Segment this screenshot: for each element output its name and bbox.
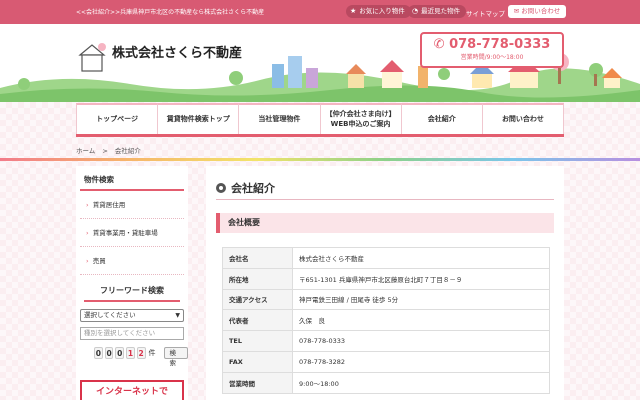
sidebar-link-business[interactable]: › 賃貸事業用・貸駐車場 (80, 219, 184, 247)
sidebar-link-label: 賃貸居住用 (92, 201, 126, 209)
tagline: <<会社紹介>>兵庫県神戸市北区の不動産なら株式会社さくら不動産 (76, 9, 265, 16)
mail-icon: ✉ (513, 7, 520, 15)
phone-box: ✆ 078-778-0333 営業時間/9:00～18:00 (420, 32, 564, 68)
table-row: 所在地 〒651-1301 兵庫県神戸市北区藤原台北町７丁目８－９ (222, 267, 550, 290)
counter-digit: 0 (115, 347, 125, 359)
contact-top-button[interactable]: ✉ お問い合わせ (508, 5, 566, 18)
clock-icon: ◔ (412, 7, 419, 15)
table-row: 会社名 株式会社さくら不動産 (222, 247, 550, 269)
favorites-button[interactable]: ★ お気に入り物件 (346, 5, 411, 18)
counter-digit: 1 (126, 347, 135, 359)
company-info-table: 会社名 株式会社さくら不動産 所在地 〒651-1301 兵庫県神戸市北区藤原台… (222, 247, 550, 394)
page-title: 会社紹介 (216, 180, 275, 196)
row-value: 9:00～18:00 (292, 371, 550, 394)
row-key: FAX (222, 350, 293, 373)
nav-company-info[interactable]: 会社紹介 (401, 103, 483, 134)
row-value: 神戸電鉄三田線 / 田尾寺 徒歩 5分 (292, 288, 550, 311)
recent-viewed-button[interactable]: ◔ 最近見た物件 (408, 5, 467, 18)
rainbow-divider (0, 158, 640, 161)
nav-contact[interactable]: お問い合わせ (482, 103, 565, 134)
counter-digit: 0 (104, 347, 114, 359)
company-name[interactable]: 株式会社さくら不動産 (112, 42, 242, 61)
table-row: TEL 078-778-0333 (222, 330, 550, 352)
sidebar-link-residential[interactable]: › 賃貸居住用 (80, 191, 184, 219)
chevron-down-icon: ▼ (175, 312, 180, 319)
search-button[interactable]: 検索 (163, 347, 188, 367)
chevron-right-icon: › (86, 201, 89, 209)
table-row: 交通アクセス 神戸電鉄三田線 / 田尾寺 徒歩 5分 (222, 288, 550, 311)
row-key: 営業時間 (222, 371, 293, 394)
row-value: 株式会社さくら不動産 (292, 247, 550, 269)
sidebar: 物件検索 › 賃貸居住用 › 賃貸事業用・貸駐車場 › 売買 フリーワード検索 … (76, 166, 188, 400)
page-title-text: 会社紹介 (231, 182, 275, 195)
global-nav: トップページ 賃貸物件検索トップ 当社管理物件 【仲介会社さま向け】WEB申込の… (76, 103, 565, 137)
row-value: 久保 良 (292, 309, 550, 332)
table-row: FAX 078-778-3282 (222, 350, 550, 373)
phone-number-text: 078-778-0333 (449, 37, 551, 52)
nav-rental-search[interactable]: 賃貸物件検索トップ (158, 103, 240, 134)
row-value: 〒651-1301 兵庫県神戸市北区藤原台北町７丁目８－９ (292, 267, 550, 290)
breadcrumb-current: 会社紹介 (114, 147, 141, 155)
chevron-right-icon: › (86, 257, 89, 265)
phone-number[interactable]: ✆ 078-778-0333 (422, 37, 562, 52)
freeword-divider (84, 300, 180, 302)
nav-managed-properties[interactable]: 当社管理物件 (239, 103, 321, 134)
category-select[interactable]: 選択してください ▼ (80, 309, 184, 322)
property-search-title: 物件検索 (80, 172, 184, 191)
row-key: 所在地 (222, 267, 293, 290)
section-heading: 会社概要 (216, 213, 554, 233)
star-icon: ★ (350, 7, 357, 15)
nav-top-page[interactable]: トップページ (76, 103, 159, 134)
freeword-search-title: フリーワード検索 (100, 286, 164, 295)
table-row: 営業時間 9:00～18:00 (222, 371, 550, 394)
title-divider (216, 199, 554, 200)
type-select-input[interactable]: 種別を選択してください (80, 327, 184, 340)
sidebar-link-sale[interactable]: › 売買 (80, 247, 184, 275)
business-hours: 営業時間/9:00～18:00 (460, 54, 524, 61)
row-value: 078-778-0333 (292, 330, 550, 352)
counter-digit: 2 (136, 347, 146, 359)
row-value: 078-778-3282 (292, 350, 550, 373)
contact-top-label: お問い合わせ (521, 7, 561, 15)
sitemap-link[interactable]: サイトマップ (466, 8, 505, 18)
sidebar-link-label: 賃貸事業用・貸駐車場 (92, 229, 158, 237)
recent-label: 最近見た物件 (421, 7, 461, 15)
sidebar-link-label: 売買 (92, 257, 106, 265)
favorites-label: お気に入り物件 (359, 7, 405, 15)
internet-banner[interactable]: インターネットで (80, 380, 184, 400)
row-key: TEL (222, 330, 293, 352)
header: 株式会社さくら不動産 ✆ 078-778-0333 営業時間/9:00～18:0… (0, 24, 640, 102)
house-logo-icon (78, 43, 106, 72)
counter-unit: 件 (148, 349, 156, 357)
table-row: 代表者 久保 良 (222, 309, 550, 332)
phone-icon: ✆ (433, 37, 445, 52)
result-counter: 0 0 0 1 2 件 検索 (94, 347, 188, 367)
chevron-right-icon: › (86, 229, 89, 237)
row-key: 会社名 (222, 247, 293, 269)
nav-web-application[interactable]: 【仲介会社さま向け】WEB申込のご案内 (320, 103, 402, 134)
logo[interactable] (76, 41, 108, 73)
main-content: 会社紹介 会社概要 会社名 株式会社さくら不動産 所在地 〒651-1301 兵… (206, 166, 564, 400)
top-strip: <<会社紹介>>兵庫県神戸市北区の不動産なら株式会社さくら不動産 ★ お気に入り… (0, 0, 640, 24)
counter-digit: 0 (94, 347, 103, 359)
category-select-value: 選択してください (84, 311, 136, 319)
row-key: 代表者 (222, 309, 293, 332)
row-key: 交通アクセス (222, 288, 293, 311)
breadcrumb-separator: > (102, 147, 108, 155)
breadcrumb: ホーム > 会社紹介 (76, 145, 141, 155)
ring-bullet-icon (216, 183, 226, 193)
breadcrumb-home[interactable]: ホーム (76, 147, 95, 155)
